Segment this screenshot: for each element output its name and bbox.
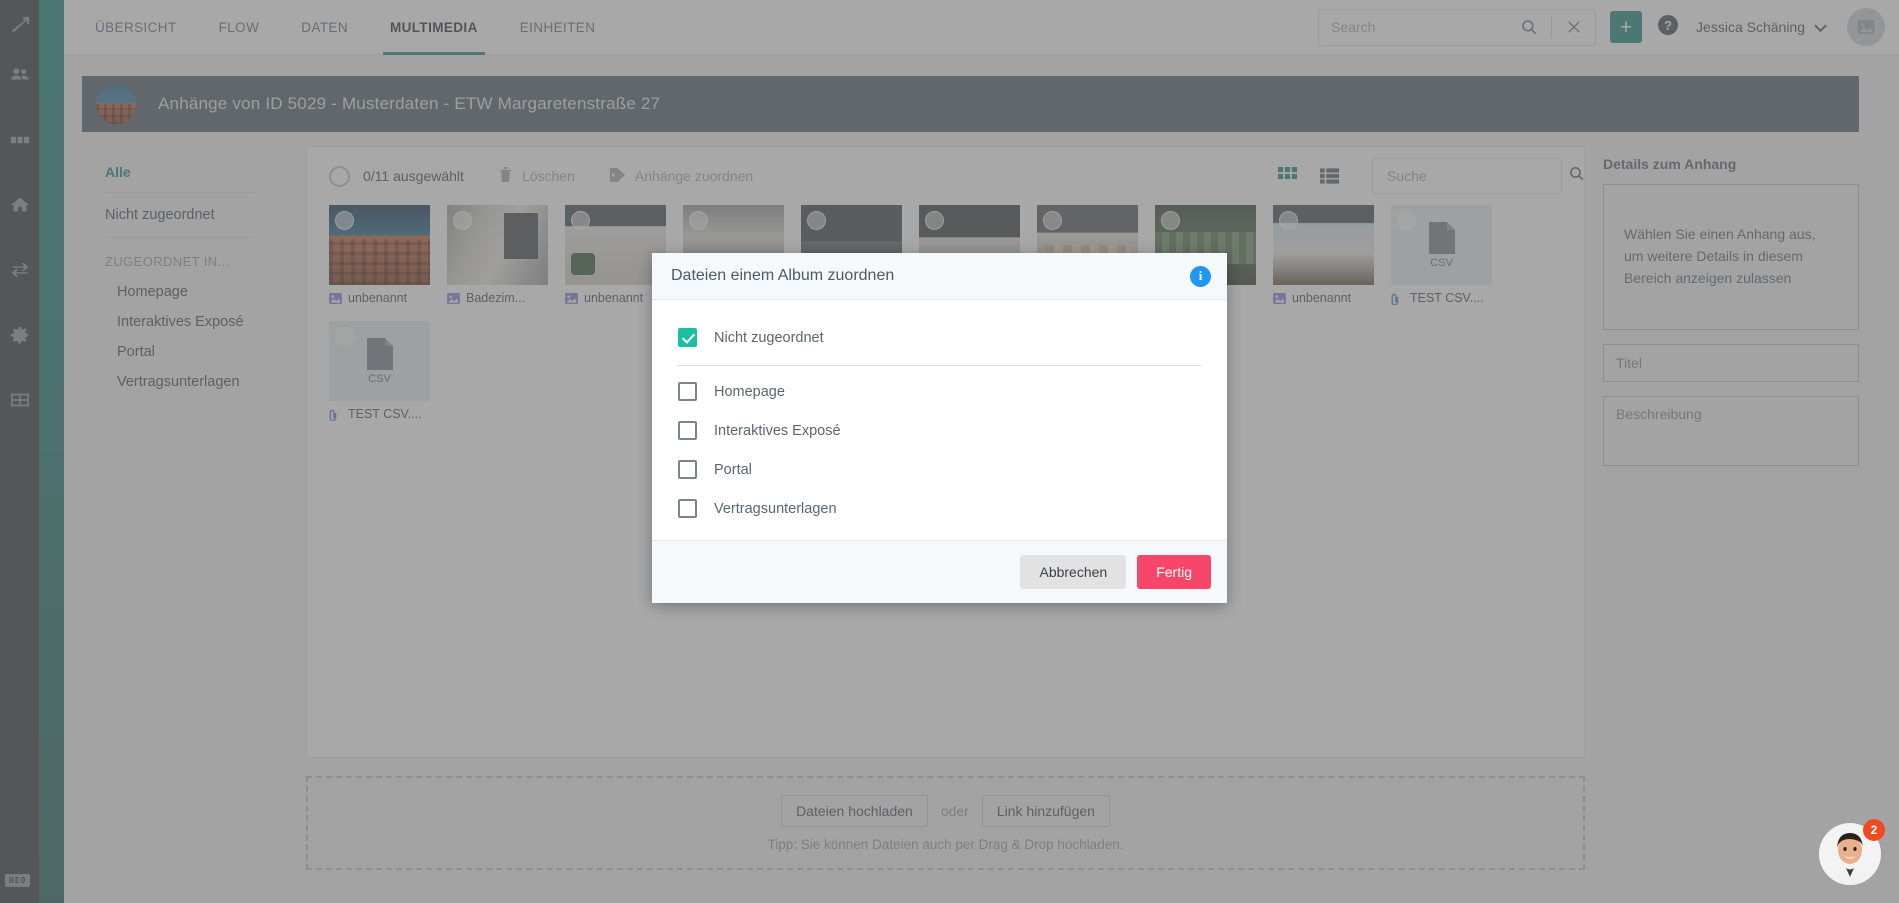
album-option-homepage[interactable]: Homepage [652,372,1227,411]
album-option-label: Homepage [714,383,785,400]
album-option-nicht-zugeordnet[interactable]: Nicht zugeordnet [652,318,1227,357]
modal-header: Dateien einem Album zuordnen i [652,253,1227,300]
album-option-interaktives-expose[interactable]: Interaktives Exposé [652,411,1227,450]
divider [678,365,1201,366]
album-option-label: Vertragsunterlagen [714,500,837,517]
modal-footer: Abbrechen Fertig [652,540,1227,603]
checkbox-icon[interactable] [678,382,697,401]
album-option-label: Interaktives Exposé [714,422,841,439]
modal-body: Nicht zugeordnet Homepage Interaktives E… [652,300,1227,540]
album-option-label: Nicht zugeordnet [714,329,824,346]
checkbox-icon[interactable] [678,499,697,518]
app-root: NEO ÜBERSICHT FLOW DATEN MULTIMEDIA EINH… [0,0,1899,903]
album-option-portal[interactable]: Portal [652,450,1227,489]
checkbox-icon[interactable] [678,460,697,479]
modal-title: Dateien einem Album zuordnen [671,267,895,284]
cancel-button[interactable]: Abbrechen [1020,555,1127,589]
info-icon[interactable]: i [1190,265,1211,287]
checkbox-icon[interactable] [678,421,697,440]
album-option-vertragsunterlagen[interactable]: Vertragsunterlagen [652,489,1227,528]
assign-album-modal: Dateien einem Album zuordnen i Nicht zug… [652,253,1227,603]
album-option-label: Portal [714,461,752,478]
chat-unread-badge: 2 [1863,819,1885,841]
support-agent-photo [1834,833,1866,885]
chat-widget[interactable]: 2 [1819,819,1885,885]
done-button[interactable]: Fertig [1137,555,1211,589]
checkbox-checked-icon[interactable] [678,328,697,347]
